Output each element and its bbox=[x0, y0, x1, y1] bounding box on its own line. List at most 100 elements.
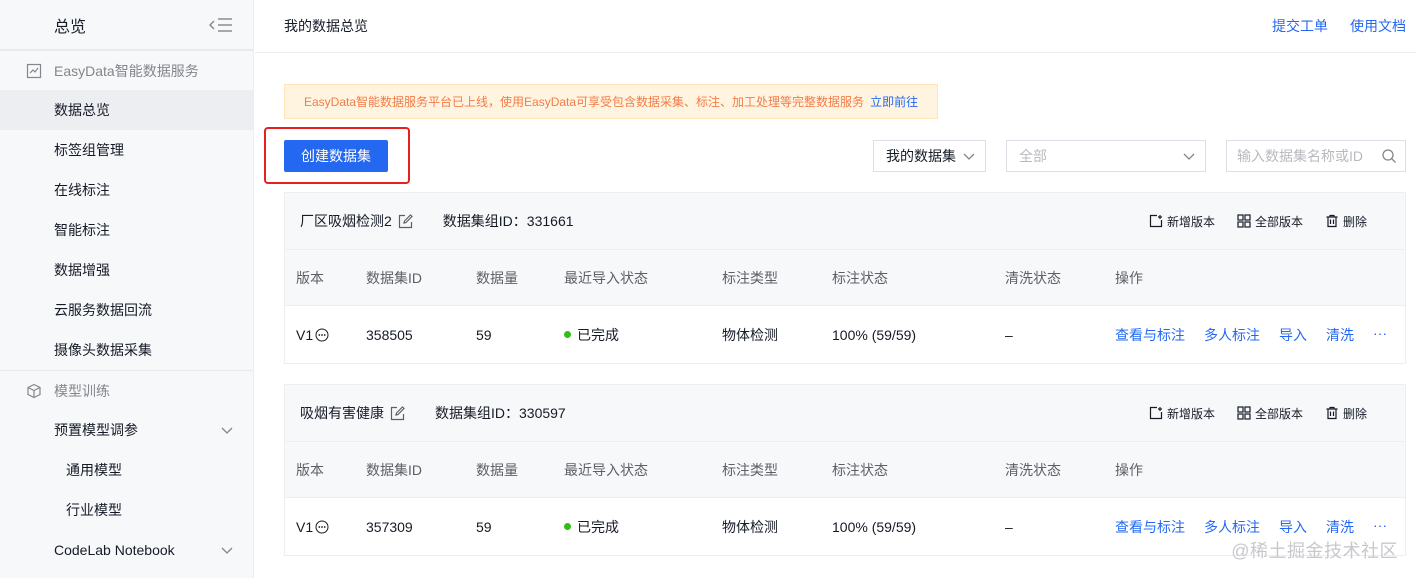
notice-link[interactable]: 立即前往 bbox=[870, 93, 918, 110]
sidebar-item-data-overview[interactable]: 数据总览 bbox=[0, 90, 253, 130]
grid-icon bbox=[1237, 406, 1251, 420]
more-actions-link[interactable]: ··· bbox=[1373, 517, 1387, 537]
dataset-name: 吸烟有害健康 bbox=[300, 405, 384, 421]
add-version-button[interactable]: 新增版本 bbox=[1149, 405, 1215, 422]
status-dot bbox=[564, 523, 571, 530]
trash-icon bbox=[1326, 214, 1338, 228]
table-row: V1 358505 59 已完成 物体检测 100% (59/59) – 查看与… bbox=[285, 305, 1405, 363]
notice-text: EasyData智能数据服务平台已上线，使用EasyData可享受包含数据采集、… bbox=[304, 95, 865, 109]
edit-icon[interactable] bbox=[390, 405, 405, 421]
add-version-icon bbox=[1149, 406, 1163, 420]
dataset-type-select[interactable]: 全部 bbox=[1006, 140, 1206, 172]
sidebar-title: 总览 bbox=[54, 18, 87, 36]
sidebar-item-codelab-notebook[interactable]: CodeLab Notebook bbox=[0, 530, 253, 570]
chevron-down-icon bbox=[963, 153, 975, 160]
dataset-card-header: 吸烟有害健康 数据集组ID：330597 新增版本 全部版本 删除 bbox=[285, 385, 1405, 441]
dataset-id-value: 358505 bbox=[366, 326, 413, 343]
dataset-card: 吸烟有害健康 数据集组ID：330597 新增版本 全部版本 删除 版本 数据集… bbox=[284, 384, 1406, 556]
col-count: 数据量 bbox=[476, 461, 518, 478]
edit-icon[interactable] bbox=[398, 213, 413, 229]
col-actions: 操作 bbox=[1115, 461, 1143, 478]
multi-user-label-link[interactable]: 多人标注 bbox=[1204, 517, 1260, 537]
all-versions-label: 全部版本 bbox=[1254, 406, 1303, 421]
page-title: 我的数据总览 bbox=[284, 18, 368, 34]
chart-line-icon bbox=[26, 63, 42, 78]
label-type-value: 物体检测 bbox=[722, 518, 778, 535]
view-and-label-link[interactable]: 查看与标注 bbox=[1115, 325, 1185, 345]
sidebar-item-general-model[interactable]: 通用模型 bbox=[0, 450, 253, 490]
sidebar-item-online-labeling[interactable]: 在线标注 bbox=[0, 170, 253, 210]
row-actions: 查看与标注 多人标注 导入 清洗 ··· bbox=[1115, 325, 1405, 345]
col-version: 版本 bbox=[296, 461, 324, 478]
all-versions-button[interactable]: 全部版本 bbox=[1237, 405, 1303, 422]
label-status-value: 100% (59/59) bbox=[832, 518, 917, 535]
sidebar: 总览 EasyData智能数据服务 数据总览 标签组管理 在线标注 智能标注 数… bbox=[0, 0, 254, 578]
submit-ticket-link[interactable]: 提交工单 bbox=[1272, 16, 1328, 36]
col-label-type: 标注类型 bbox=[722, 269, 778, 286]
search-icon[interactable] bbox=[1381, 148, 1397, 164]
delete-label: 删除 bbox=[1342, 214, 1367, 229]
watermark: @稀土掘金技术社区 bbox=[1231, 541, 1398, 561]
create-dataset-button[interactable]: 创建数据集 bbox=[284, 140, 388, 172]
more-actions-link[interactable]: ··· bbox=[1373, 325, 1387, 345]
import-link[interactable]: 导入 bbox=[1279, 517, 1307, 537]
version-value: V1 bbox=[296, 518, 314, 535]
sidebar-item-label: 预置模型调参 bbox=[54, 422, 138, 438]
count-value: 59 bbox=[476, 326, 492, 343]
sidebar-group-label: 模型训练 bbox=[54, 382, 110, 399]
add-version-label: 新增版本 bbox=[1166, 214, 1215, 229]
dataset-group-id: 数据集组ID：331661 bbox=[442, 213, 574, 229]
dataset-id-value: 357309 bbox=[366, 518, 413, 535]
table-header: 版本 数据集ID 数据量 最近导入状态 标注类型 标注状态 清洗状态 操作 bbox=[285, 249, 1405, 305]
delete-label: 删除 bbox=[1342, 406, 1367, 421]
col-dataset-id: 数据集ID bbox=[366, 269, 422, 286]
dataset-name: 厂区吸烟检测2 bbox=[300, 213, 392, 229]
clean-status-value: – bbox=[1005, 518, 1013, 535]
dataset-group-id: 数据集组ID：330597 bbox=[435, 405, 566, 421]
cube-icon bbox=[27, 383, 41, 398]
dataset-search-input[interactable] bbox=[1237, 148, 1373, 164]
more-circle-icon[interactable] bbox=[315, 328, 329, 342]
sidebar-item-data-augmentation[interactable]: 数据增强 bbox=[0, 250, 253, 290]
import-link[interactable]: 导入 bbox=[1279, 325, 1307, 345]
dataset-card-header: 厂区吸烟检测2 数据集组ID：331661 新增版本 全部版本 删除 bbox=[285, 193, 1405, 249]
multi-user-label-link[interactable]: 多人标注 bbox=[1204, 325, 1260, 345]
chevron-down-icon bbox=[221, 547, 233, 554]
all-versions-button[interactable]: 全部版本 bbox=[1237, 213, 1303, 230]
label-status-value: 100% (59/59) bbox=[832, 326, 917, 343]
col-clean-status: 清洗状态 bbox=[1005, 269, 1061, 286]
col-label-status: 标注状态 bbox=[832, 269, 888, 286]
sidebar-group-model-training[interactable]: 模型训练 bbox=[0, 370, 253, 410]
col-clean-status: 清洗状态 bbox=[1005, 461, 1061, 478]
import-status-value: 已完成 bbox=[577, 518, 619, 535]
add-version-button[interactable]: 新增版本 bbox=[1149, 213, 1215, 230]
delete-button[interactable]: 删除 bbox=[1325, 213, 1367, 230]
page-header: 我的数据总览 提交工单 使用文档 bbox=[255, 0, 1416, 53]
sidebar-item-camera-collection[interactable]: 摄像头数据采集 bbox=[0, 330, 253, 370]
dataset-search bbox=[1226, 140, 1406, 172]
all-versions-label: 全部版本 bbox=[1254, 214, 1303, 229]
sidebar-item-label-groups[interactable]: 标签组管理 bbox=[0, 130, 253, 170]
clean-link[interactable]: 清洗 bbox=[1326, 325, 1354, 345]
sidebar-item-preset-model-tuning[interactable]: 预置模型调参 bbox=[0, 410, 253, 450]
col-version: 版本 bbox=[296, 269, 324, 286]
dataset-scope-select[interactable]: 我的数据集 bbox=[873, 140, 986, 172]
sidebar-item-industry-model[interactable]: 行业模型 bbox=[0, 490, 253, 530]
add-version-label: 新增版本 bbox=[1166, 406, 1215, 421]
documentation-link[interactable]: 使用文档 bbox=[1350, 16, 1406, 36]
view-and-label-link[interactable]: 查看与标注 bbox=[1115, 517, 1185, 537]
collapse-menu-icon[interactable] bbox=[209, 17, 233, 33]
dataset-scope-value: 我的数据集 bbox=[886, 148, 956, 164]
col-import-status: 最近导入状态 bbox=[564, 269, 648, 286]
clean-link[interactable]: 清洗 bbox=[1326, 517, 1354, 537]
more-circle-icon[interactable] bbox=[315, 520, 329, 534]
grid-icon bbox=[1237, 214, 1251, 228]
sidebar-item-cloud-data-reflow[interactable]: 云服务数据回流 bbox=[0, 290, 253, 330]
sidebar-group-easydata[interactable]: EasyData智能数据服务 bbox=[0, 50, 253, 90]
sidebar-item-smart-labeling[interactable]: 智能标注 bbox=[0, 210, 253, 250]
notice-banner: EasyData智能数据服务平台已上线，使用EasyData可享受包含数据采集、… bbox=[284, 84, 938, 119]
delete-button[interactable]: 删除 bbox=[1325, 405, 1367, 422]
col-label-status: 标注状态 bbox=[832, 461, 888, 478]
dataset-card: 厂区吸烟检测2 数据集组ID：331661 新增版本 全部版本 删除 版本 数据… bbox=[284, 192, 1406, 364]
chevron-down-icon bbox=[1183, 153, 1195, 160]
